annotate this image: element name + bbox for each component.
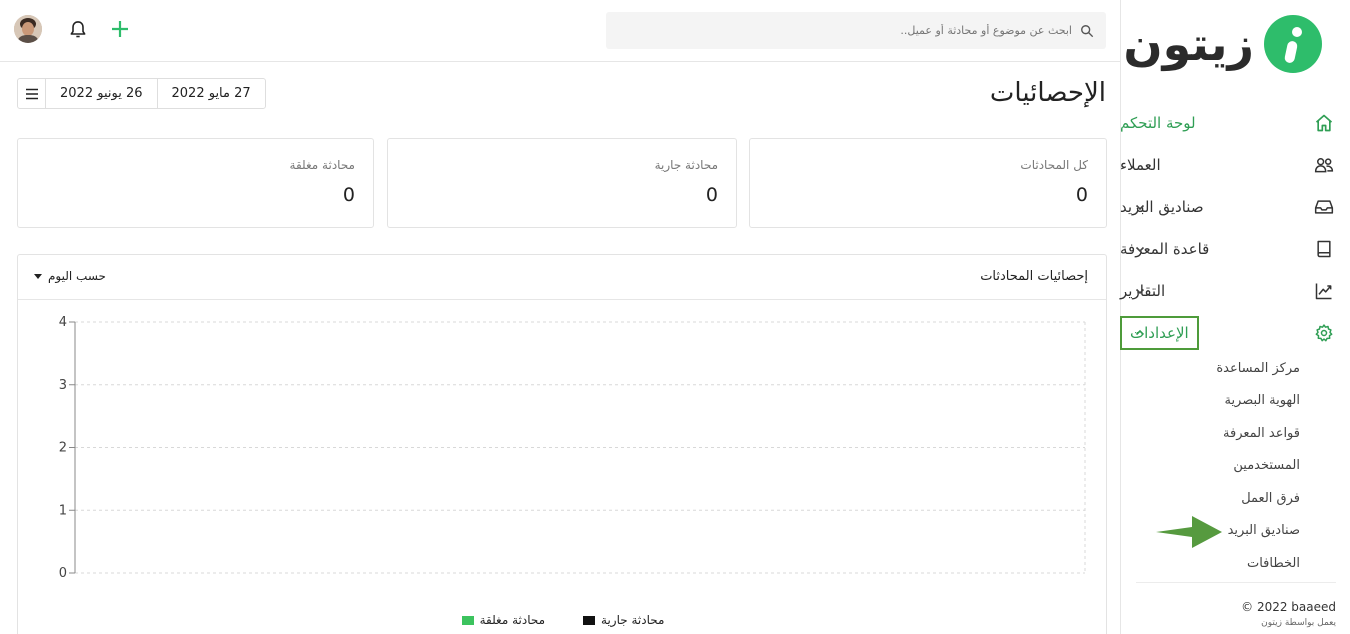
date-to[interactable]: 26 يونيو 2022 — [46, 79, 158, 108]
legend-label: محادثة مغلقة — [479, 613, 546, 627]
page-title: الإحصائيات — [989, 78, 1106, 108]
search-box[interactable] — [606, 12, 1106, 49]
avatar[interactable] — [14, 15, 42, 43]
settings-highlight-box: الإعدادات — [1120, 316, 1199, 350]
settings-sub-help-center[interactable]: مركز المساعدة — [1216, 361, 1300, 376]
y-tick-label: 4 — [59, 315, 67, 330]
legend-item[interactable]: محادثة جارية — [583, 613, 664, 627]
stat-value: 0 — [342, 184, 355, 206]
search-input[interactable] — [652, 24, 1072, 37]
book-icon — [1317, 240, 1331, 258]
logo-mark-icon — [1264, 15, 1322, 73]
chevron-down-icon[interactable] — [1134, 243, 1146, 255]
gear-icon — [1315, 324, 1333, 342]
main-nav: لوحة التحكم العملاء صناديق البريد قاعدة … — [1120, 102, 1350, 354]
legend-item[interactable]: محادثة مغلقة — [461, 613, 546, 627]
powered-by-text: يعمل بواسطة زيتون — [1261, 618, 1336, 628]
settings-sub-teams[interactable]: فرق العمل — [1241, 491, 1300, 506]
nav-item-settings[interactable]: الإعدادات — [1120, 312, 1350, 354]
add-icon[interactable] — [110, 19, 130, 39]
legend-label: محادثة جارية — [601, 613, 665, 627]
legend-swatch — [583, 615, 596, 625]
conversations-chart-card: إحصائيات المحادثات حسب اليوم 0 1 2 3 4 محادث… — [17, 254, 1107, 634]
period-select-label: حسب اليوم — [48, 269, 106, 283]
inbox-icon — [1314, 200, 1334, 214]
brand-logo[interactable]: زيتون — [1123, 14, 1322, 74]
settings-sub-branding[interactable]: الهوية البصرية — [1224, 393, 1300, 408]
y-tick-label: 2 — [59, 441, 67, 456]
nav-item-label: العملاء — [1120, 156, 1161, 174]
nav-item-label: صناديق البريد — [1120, 198, 1204, 216]
stat-label: كل المحادثات — [1020, 158, 1088, 172]
settings-sub-mailboxes[interactable]: صناديق البريد — [1228, 523, 1300, 538]
nav-item-mailboxes[interactable]: صناديق البريد — [1120, 186, 1350, 228]
y-tick-label: 1 — [59, 503, 67, 518]
caret-down-icon — [34, 273, 42, 279]
nav-item-customers[interactable]: العملاء — [1120, 144, 1350, 186]
stat-card-closed: محادثة مغلقة 0 — [17, 138, 374, 228]
stat-card-ongoing: محادثة جارية 0 — [387, 138, 737, 228]
settings-sub-webhooks[interactable]: الخطافات — [1247, 556, 1300, 571]
search-icon — [1081, 24, 1094, 37]
date-range-picker[interactable]: 26 يونيو 2022 27 مايو 2022 — [17, 78, 266, 109]
nav-item-label: لوحة التحكم — [1120, 114, 1196, 132]
footer-divider — [1136, 582, 1336, 583]
logo-text: زيتون — [1123, 17, 1255, 71]
copyright-text: © 2022 baaeed — [1241, 600, 1336, 614]
y-tick-label: 0 — [59, 566, 67, 581]
settings-sub-users[interactable]: المستخدمين — [1233, 458, 1300, 473]
chevron-down-icon[interactable] — [1134, 201, 1146, 213]
stat-value: 0 — [1075, 184, 1088, 206]
stat-value: 0 — [705, 184, 718, 206]
chart-plot: 0 1 2 3 4 — [59, 315, 1086, 581]
sidebar-footer: © 2022 baaeed يعمل بواسطة زيتون — [1241, 600, 1336, 628]
annotation-arrow-icon — [1156, 516, 1222, 548]
nav-item-dashboard[interactable]: لوحة التحكم — [1120, 102, 1350, 144]
topbar — [0, 0, 1120, 62]
stat-card-all: كل المحادثات 0 — [749, 138, 1107, 228]
nav-item-knowledge-base[interactable]: قاعدة المعرفة — [1120, 228, 1350, 270]
legend-swatch — [461, 615, 474, 625]
chart-header: إحصائيات المحادثات حسب اليوم — [18, 255, 1106, 300]
chevron-down-icon[interactable] — [1134, 285, 1146, 297]
chevron-up-icon[interactable] — [1134, 327, 1146, 339]
settings-sub-knowledge-bases[interactable]: قواعد المعرفة — [1223, 426, 1300, 441]
chart-legend: محادثة جارية محادثة مغلقة — [18, 613, 1108, 627]
bell-icon[interactable] — [68, 19, 88, 39]
nav-item-reports[interactable]: التقارير — [1120, 270, 1350, 312]
chart-title: إحصائيات المحادثات — [980, 269, 1088, 284]
home-icon — [1315, 114, 1333, 132]
date-from[interactable]: 27 مايو 2022 — [158, 79, 265, 108]
hamburger-icon — [25, 88, 38, 99]
stat-label: محادثة جارية — [654, 158, 718, 172]
chart-line-icon — [1315, 283, 1332, 300]
users-icon — [1314, 158, 1334, 173]
y-tick-label: 3 — [59, 378, 67, 393]
menu-button[interactable] — [18, 79, 46, 108]
stat-label: محادثة مغلقة — [289, 158, 355, 172]
period-select[interactable]: حسب اليوم — [34, 269, 106, 283]
